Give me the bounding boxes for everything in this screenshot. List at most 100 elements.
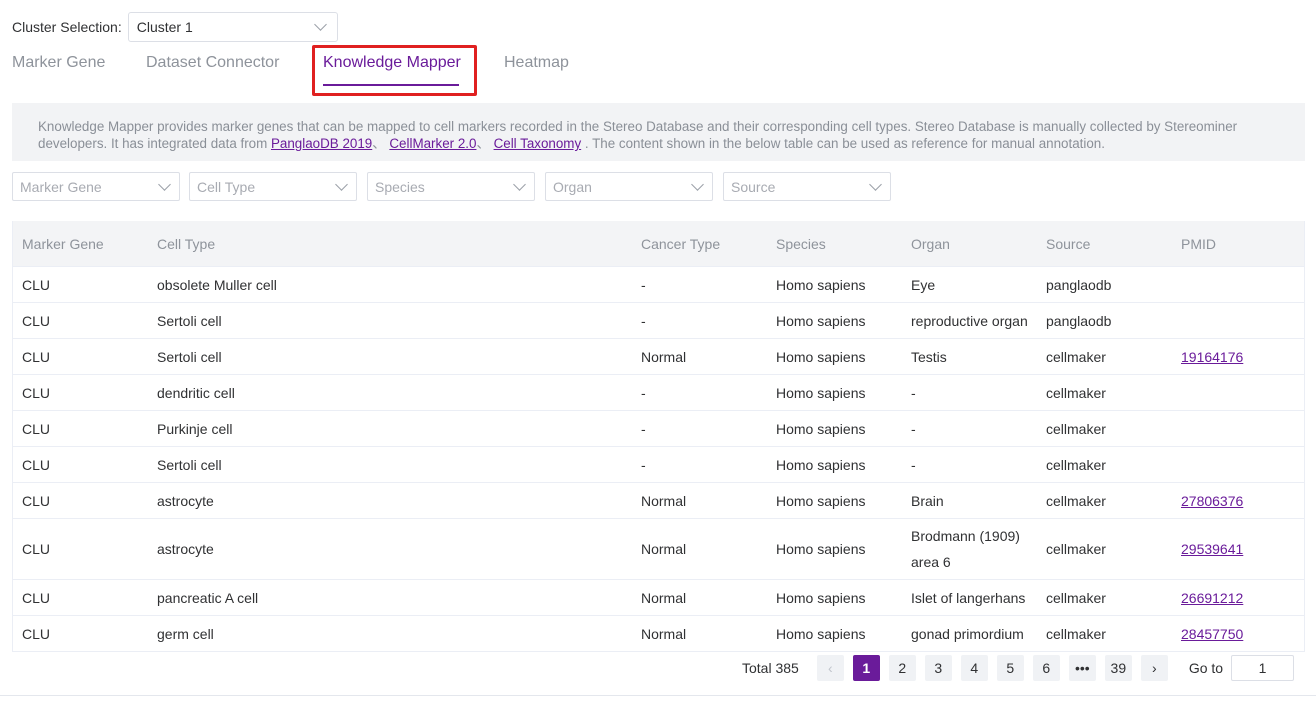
next-page-button[interactable]: › xyxy=(1140,655,1168,681)
filter-organ[interactable]: Organ xyxy=(545,172,713,201)
cell-cell-type: germ cell xyxy=(157,625,214,642)
pmid-link[interactable]: 29539641 xyxy=(1181,541,1243,557)
cell-species: Homo sapiens xyxy=(776,384,866,401)
cluster-selection: Cluster Selection: Cluster 1 xyxy=(12,12,338,42)
filter-placeholder: Cell Type xyxy=(197,178,256,195)
cell-source: cellmaker xyxy=(1046,384,1106,401)
chevron-down-icon xyxy=(869,177,882,191)
filter-cell-type[interactable]: Cell Type xyxy=(189,172,357,201)
table-row: CLU astrocyte Normal Homo sapiens Brain … xyxy=(13,483,1304,519)
table-row: CLU dendritic cell - Homo sapiens - cell… xyxy=(13,375,1304,411)
cell-source: panglaodb xyxy=(1046,312,1112,329)
cell-source: panglaodb xyxy=(1046,276,1112,293)
link-cell-taxonomy[interactable]: Cell Taxonomy xyxy=(494,136,582,151)
filter-marker-gene[interactable]: Marker Gene xyxy=(12,172,180,201)
cell-cell-type: Sertoli cell xyxy=(157,348,222,365)
cell-marker-gene: CLU xyxy=(22,420,51,437)
cell-cancer-type: - xyxy=(641,456,646,473)
cell-marker-gene: CLU xyxy=(22,492,51,509)
cell-marker-gene: CLU xyxy=(22,384,51,401)
prev-page-button[interactable]: ‹ xyxy=(816,655,844,681)
filter-placeholder: Source xyxy=(731,178,776,195)
cluster-selection-label: Cluster Selection: xyxy=(12,19,122,35)
page-button-1[interactable]: 1 xyxy=(852,655,880,681)
cell-organ: Brain xyxy=(911,492,944,509)
column-header-pmid: PMID xyxy=(1181,235,1216,252)
cell-organ: - xyxy=(911,384,916,401)
cell-cancer-type: - xyxy=(641,276,646,293)
cell-organ: - xyxy=(911,420,916,437)
cell-cell-type: Sertoli cell xyxy=(157,312,222,329)
info-separator: 、 xyxy=(372,136,390,151)
cell-marker-gene: CLU xyxy=(22,541,51,557)
page-button-3[interactable]: 3 xyxy=(924,655,952,681)
cell-cell-type: astrocyte xyxy=(157,492,214,509)
tab-dataset-connector[interactable]: Dataset Connector xyxy=(146,54,279,72)
cell-organ: reproductive organ xyxy=(911,312,1028,329)
filter-placeholder: Species xyxy=(375,178,425,195)
cell-cancer-type: Normal xyxy=(641,348,687,365)
cell-cell-type: dendritic cell xyxy=(157,384,235,401)
page-button-4[interactable]: 4 xyxy=(960,655,988,681)
cell-species: Homo sapiens xyxy=(776,625,866,642)
page-button-6[interactable]: 6 xyxy=(1032,655,1060,681)
chevron-down-icon xyxy=(313,18,327,31)
cell-source: cellmaker xyxy=(1046,589,1106,606)
chevron-down-icon xyxy=(158,177,171,191)
column-header-organ: Organ xyxy=(911,235,950,252)
cell-marker-gene: CLU xyxy=(22,348,51,365)
results-table: Marker Gene Cell Type Cancer Type Specie… xyxy=(12,221,1305,652)
more-pages-button[interactable]: ••• xyxy=(1068,655,1096,681)
filter-species[interactable]: Species xyxy=(367,172,535,201)
chevron-down-icon xyxy=(691,177,704,191)
info-text-end: . The content shown in the below table c… xyxy=(581,136,1105,151)
cell-cancer-type: Normal xyxy=(641,625,687,642)
goto-page-input[interactable]: 1 xyxy=(1231,655,1295,681)
cell-species: Homo sapiens xyxy=(776,348,866,365)
table-row: CLU Sertoli cell - Homo sapiens reproduc… xyxy=(13,303,1304,339)
column-header-cancer-type: Cancer Type xyxy=(641,235,721,252)
table-row: CLU astrocyte Normal Homo sapiens Brodma… xyxy=(13,519,1304,580)
cell-organ: Brodmann (1909) area 6 xyxy=(911,528,1020,570)
table-row: CLU obsolete Muller cell - Homo sapiens … xyxy=(13,267,1304,303)
cell-cancer-type: - xyxy=(641,420,646,437)
cluster-select[interactable]: Cluster 1 xyxy=(127,12,338,42)
cell-cancer-type: - xyxy=(641,384,646,401)
cell-marker-gene: CLU xyxy=(22,456,51,473)
pmid-link[interactable]: 28457750 xyxy=(1181,626,1243,642)
cell-organ: - xyxy=(911,456,916,473)
bottom-divider xyxy=(0,695,1316,696)
tab-marker-gene[interactable]: Marker Gene xyxy=(12,54,105,72)
cell-source: cellmaker xyxy=(1046,625,1106,642)
page-button-2[interactable]: 2 xyxy=(888,655,916,681)
cell-source: cellmaker xyxy=(1046,541,1106,557)
table-row: CLU pancreatic A cell Normal Homo sapien… xyxy=(13,580,1304,616)
tab-heatmap[interactable]: Heatmap xyxy=(504,54,569,72)
cell-cancer-type: Normal xyxy=(641,492,687,509)
table-row: CLU germ cell Normal Homo sapiens gonad … xyxy=(13,616,1304,652)
goto-label: Go to xyxy=(1188,660,1224,676)
page-button-39[interactable]: 39 xyxy=(1104,655,1132,681)
pmid-link[interactable]: 19164176 xyxy=(1181,349,1243,365)
cell-organ: gonad primordium xyxy=(911,625,1024,642)
pmid-link[interactable]: 26691212 xyxy=(1181,590,1243,606)
cell-species: Homo sapiens xyxy=(776,456,866,473)
column-header-marker-gene: Marker Gene xyxy=(22,235,104,252)
cell-cell-type: Sertoli cell xyxy=(157,456,222,473)
page-button-5[interactable]: 5 xyxy=(996,655,1024,681)
cluster-select-value: Cluster 1 xyxy=(136,19,193,35)
cell-species: Homo sapiens xyxy=(776,312,866,329)
link-panglaodb[interactable]: PanglaoDB 2019 xyxy=(271,136,372,151)
cell-source: cellmaker xyxy=(1046,456,1106,473)
table-row: CLU Sertoli cell - Homo sapiens - cellma… xyxy=(13,447,1304,483)
link-cellmarker[interactable]: CellMarker 2.0 xyxy=(389,136,476,151)
filter-source[interactable]: Source xyxy=(723,172,891,201)
cell-cell-type: pancreatic A cell xyxy=(157,589,259,606)
table-row: CLU Sertoli cell Normal Homo sapiens Tes… xyxy=(13,339,1304,375)
cell-marker-gene: CLU xyxy=(22,276,51,293)
info-description: Knowledge Mapper provides marker genes t… xyxy=(12,103,1305,161)
filter-placeholder: Marker Gene xyxy=(20,178,102,195)
pmid-link[interactable]: 27806376 xyxy=(1181,493,1243,509)
cell-cell-type: obsolete Muller cell xyxy=(157,276,277,293)
cell-marker-gene: CLU xyxy=(22,589,51,606)
